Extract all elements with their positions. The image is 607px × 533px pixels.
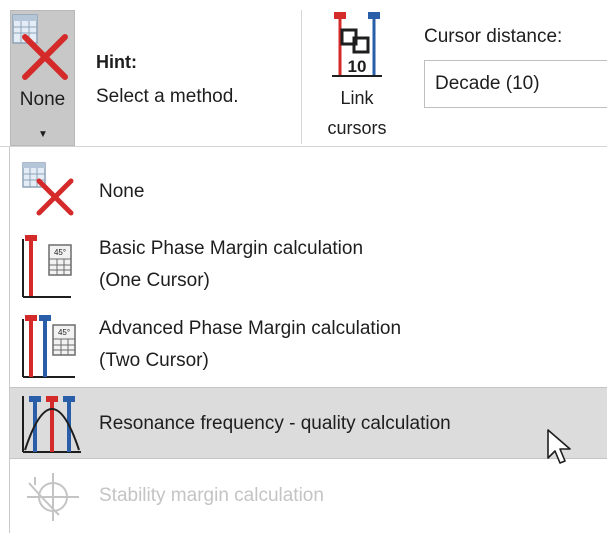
link-cursors-badge: 10 — [348, 57, 367, 76]
link-cursors-label-line2: cursors — [327, 118, 387, 138]
method-dropdown-menu: None 45° Basic Phase Margin calculation … — [9, 147, 607, 533]
advanced-phase-margin-icon: 45° — [22, 315, 76, 378]
menu-item-label: Advanced Phase Margin calculation — [99, 318, 402, 339]
menu-item-sublabel: (Two Cursor) — [99, 350, 209, 371]
none-method-icon — [12, 14, 68, 80]
link-cursors-label-line1: Link — [340, 88, 374, 108]
phase-badge: 45° — [58, 328, 70, 337]
menu-item-label: None — [99, 181, 145, 202]
menu-item-basic-phase-margin[interactable]: 45° Basic Phase Margin calculation (One … — [10, 227, 607, 303]
mouse-pointer-icon — [547, 429, 571, 464]
ribbon-toolbar: None ▼ Hint: Select a method. 10 Link cu… — [0, 0, 607, 146]
cursor-distance-select[interactable]: Decade (10) — [424, 60, 607, 108]
menu-item-sublabel: (One Cursor) — [99, 270, 210, 291]
phase-badge: 45° — [54, 248, 66, 257]
hint-title: Hint: — [96, 52, 137, 72]
resonance-icon — [22, 396, 81, 453]
menu-item-label: Stability margin calculation — [99, 485, 324, 506]
basic-phase-margin-icon: 45° — [22, 235, 72, 298]
link-cursors-button[interactable]: 10 Link cursors — [318, 8, 396, 146]
ribbon-divider — [301, 10, 302, 144]
dropdown-caret-icon[interactable]: ▼ — [38, 129, 48, 140]
menu-item-label: Resonance frequency - quality calculatio… — [99, 413, 451, 434]
method-split-button[interactable]: None ▼ — [10, 10, 75, 146]
stability-margin-icon — [27, 473, 79, 521]
method-button-label: None — [19, 89, 66, 110]
cursor-distance-value: Decade (10) — [435, 73, 540, 94]
menu-item-stability-margin[interactable]: Stability margin calculation — [10, 465, 607, 527]
menu-item-label: Basic Phase Margin calculation — [99, 238, 364, 259]
menu-item-none[interactable]: None — [10, 157, 607, 223]
menu-item-advanced-phase-margin[interactable]: 45° Advanced Phase Margin calculation (T… — [10, 307, 607, 383]
cursor-distance-label: Cursor distance: — [424, 26, 563, 47]
link-cursors-icon: 10 — [332, 12, 382, 77]
hint-text: Select a method. — [96, 86, 239, 107]
none-method-icon — [22, 162, 74, 216]
menu-item-resonance[interactable]: Resonance frequency - quality calculatio… — [10, 387, 607, 459]
